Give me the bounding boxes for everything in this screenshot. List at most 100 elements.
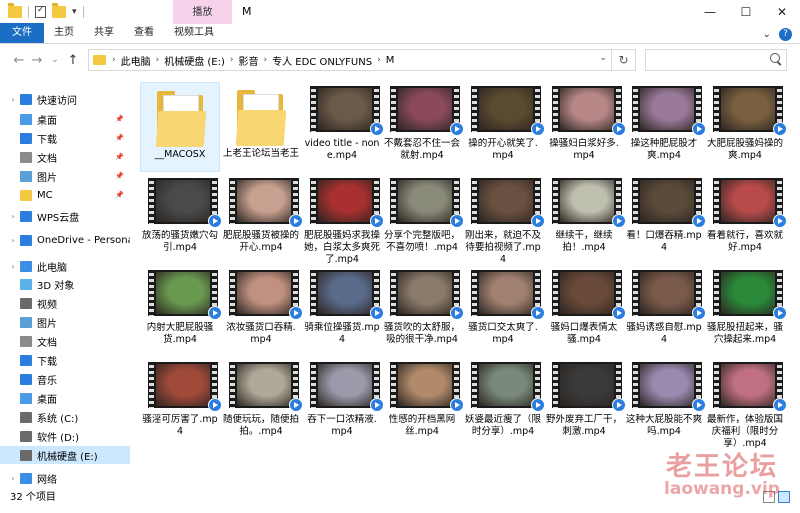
recent-locations-icon[interactable]: ⌄ xyxy=(46,55,64,65)
play-badge-icon xyxy=(531,214,545,228)
video-file-item[interactable]: 骚妈诱惑自慰.mp4 xyxy=(624,266,706,356)
tab-home[interactable]: 主页 xyxy=(44,23,84,43)
tab-share[interactable]: 共享 xyxy=(84,23,124,43)
video-file-item[interactable]: 操骚妇白浆好多.mp4 xyxy=(544,82,626,172)
customize-toolbar-icon[interactable]: ▾ xyxy=(72,7,77,17)
chevron-right-icon[interactable]: › xyxy=(154,55,162,65)
video-file-item[interactable]: 性感的开档黑网丝.mp4 xyxy=(382,358,464,448)
expand-chevron-icon[interactable]: › xyxy=(8,236,18,245)
details-view-icon[interactable] xyxy=(763,491,775,503)
video-file-item[interactable]: 内射大肥屁股骚货.mp4 xyxy=(140,266,222,356)
sidebar-item[interactable]: › 此电脑 xyxy=(0,257,130,275)
sidebar-item[interactable]: 桌面 📌 xyxy=(0,110,130,128)
tab-video-tools[interactable]: 视频工具 xyxy=(164,23,224,43)
file-name-label: 分享个完整版吧，不喜勿喷！.mp4 xyxy=(384,230,460,253)
video-file-item[interactable]: 看！口爆吞精.mp4 xyxy=(624,174,706,264)
video-file-item[interactable]: 不戴套忍不住一会就射.mp4 xyxy=(382,82,464,172)
address-bar[interactable]: › 此电脑 › 机械硬盘 (E:) › 影音 › 专人 EDC ONLYFUNS… xyxy=(88,49,636,71)
refresh-icon[interactable]: ↻ xyxy=(611,50,635,70)
video-file-item[interactable]: 分享个完整版吧，不喜勿喷！.mp4 xyxy=(382,174,464,264)
chevron-right-icon[interactable]: › xyxy=(375,55,383,65)
chevron-right-icon[interactable]: › xyxy=(228,55,236,65)
address-dropdown-icon[interactable]: ⌄ xyxy=(599,53,607,63)
breadcrumb-current[interactable]: M xyxy=(383,55,398,66)
sidebar-item[interactable]: 音乐 xyxy=(0,370,130,388)
video-file-item[interactable]: 野外废弃工厂干，刺激.mp4 xyxy=(544,358,626,448)
minimize-button[interactable]: — xyxy=(692,0,728,24)
video-thumbnail xyxy=(229,270,303,320)
tab-file[interactable]: 文件 xyxy=(0,23,44,43)
video-file-item[interactable]: 继续干，继续拍！.mp4 xyxy=(544,174,626,264)
divider xyxy=(82,6,84,18)
properties-icon[interactable] xyxy=(35,6,46,18)
video-file-item[interactable]: 骚妈口爆表情太骚.mp4 xyxy=(544,266,626,356)
expand-chevron-icon[interactable]: › xyxy=(8,262,18,271)
forward-arrow-icon[interactable]: → xyxy=(28,53,46,68)
sidebar-item[interactable]: 桌面 xyxy=(0,389,130,407)
new-folder-icon[interactable] xyxy=(52,3,66,18)
breadcrumb-drive-e[interactable]: 机械硬盘 (E:) xyxy=(161,53,228,68)
video-file-item[interactable]: 骚屁股扭起来，骚穴操起来.mp4 xyxy=(705,266,787,356)
video-file-item[interactable]: 浓妆骚货口吞精.mp4 xyxy=(221,266,303,356)
sidebar-item[interactable]: 下载 📌 xyxy=(0,129,130,147)
large-icons-view-icon[interactable] xyxy=(778,491,790,503)
pin-icon: 📌 xyxy=(115,115,124,123)
breadcrumb-folder[interactable]: 专人 EDC ONLYFUNS xyxy=(269,53,375,68)
video-file-item[interactable]: 妖婆最近瘦了（限时分享）.mp4 xyxy=(463,358,545,448)
video-file-item[interactable]: video title - none.mp4 xyxy=(302,82,384,172)
video-file-item[interactable]: 吞下一口浓精液.mp4 xyxy=(302,358,384,448)
play-badge-icon xyxy=(773,398,787,412)
sidebar-item[interactable]: MC 📌 xyxy=(0,186,130,204)
tab-view[interactable]: 查看 xyxy=(124,23,164,43)
sidebar-item[interactable]: › OneDrive - Persona xyxy=(0,231,130,249)
sidebar-item[interactable]: › 网络 xyxy=(0,469,130,487)
divider xyxy=(28,6,29,18)
video-file-item[interactable]: 骚货吹的太舒服，吸的很干净.mp4 xyxy=(382,266,464,356)
video-thumbnail xyxy=(148,362,222,412)
video-file-item[interactable]: 肥屁股骚妈求我操她，白浆太多爽死了.mp4 xyxy=(302,174,384,265)
expand-ribbon-icon[interactable]: ⌄ xyxy=(763,29,771,40)
video-file-item[interactable]: 看着就行，喜欢就好.mp4 xyxy=(705,174,787,264)
sidebar-item[interactable]: 软件 (D:) xyxy=(0,427,130,445)
sidebar-item[interactable]: 机械硬盘 (E:) xyxy=(0,446,130,464)
breadcrumb-this-pc[interactable]: 此电脑 xyxy=(118,53,154,68)
sidebar-item[interactable]: › WPS云盘 xyxy=(0,207,130,225)
expand-chevron-icon[interactable]: › xyxy=(8,474,18,483)
sidebar-item[interactable]: 文档 xyxy=(0,332,130,350)
video-file-item[interactable]: 骚淫可厉害了.mp4 xyxy=(140,358,222,448)
sidebar-item[interactable]: 图片 📌 xyxy=(0,167,130,185)
chevron-right-icon[interactable]: › xyxy=(262,55,270,65)
folder-item[interactable]: __MACOSX xyxy=(140,82,220,172)
expand-chevron-icon[interactable]: › xyxy=(8,95,18,104)
search-input[interactable] xyxy=(645,49,787,71)
video-file-item[interactable]: 骑乘位操骚货.mp4 xyxy=(302,266,384,356)
sidebar-item[interactable]: 图片 xyxy=(0,313,130,331)
video-file-item[interactable]: 随便玩玩，随便拍拍。.mp4 xyxy=(221,358,303,448)
chevron-right-icon[interactable]: › xyxy=(110,55,118,65)
video-file-item[interactable]: 刚出来，就迫不及待要拍视频了.mp4 xyxy=(463,174,545,265)
video-file-item[interactable]: 操的开心就笑了.mp4 xyxy=(463,82,545,172)
video-file-item[interactable]: 这种大屁股能不爽吗.mp4 xyxy=(624,358,706,448)
folder-item[interactable]: 上老王论坛当老王 xyxy=(221,82,301,172)
sidebar-item[interactable]: 视频 xyxy=(0,294,130,312)
context-tab-play[interactable]: 播放 xyxy=(173,0,232,24)
sidebar-item[interactable]: 下载 xyxy=(0,351,130,369)
sidebar-item[interactable]: 文档 📌 xyxy=(0,148,130,166)
video-file-item[interactable]: 骚货口交太爽了.mp4 xyxy=(463,266,545,356)
expand-chevron-icon[interactable]: › xyxy=(8,212,18,221)
breadcrumb-media[interactable]: 影音 xyxy=(236,53,262,68)
video-file-item[interactable]: 肥屁股骚货被操的开心.mp4 xyxy=(221,174,303,264)
maximize-button[interactable]: ☐ xyxy=(728,0,764,24)
video-file-item[interactable]: 操这种肥屁股才爽.mp4 xyxy=(624,82,706,172)
sidebar-item[interactable]: › 快速访问 xyxy=(0,90,130,108)
up-arrow-icon[interactable]: ↑ xyxy=(64,53,82,68)
video-file-item[interactable]: 大肥屁股骚妈操的爽.mp4 xyxy=(705,82,787,172)
sidebar-item-label: 系统 (C:) xyxy=(37,413,79,425)
video-file-item[interactable]: 最新作，体验版国庆福利（限时分享）.mp4 xyxy=(705,358,787,449)
video-file-item[interactable]: 放荡的骚货嫩穴勾引.mp4 xyxy=(140,174,222,264)
sidebar-item[interactable]: 系统 (C:) xyxy=(0,408,130,426)
back-arrow-icon[interactable]: ← xyxy=(10,53,28,68)
close-button[interactable]: ✕ xyxy=(764,0,800,24)
help-icon[interactable]: ? xyxy=(779,27,792,41)
sidebar-item[interactable]: 3D 对象 xyxy=(0,275,130,293)
